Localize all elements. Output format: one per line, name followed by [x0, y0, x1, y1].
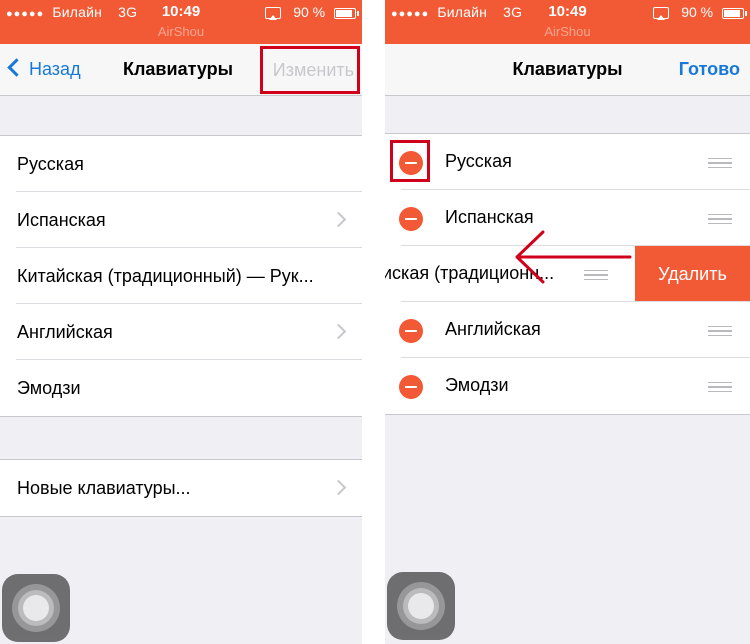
swipe-left-arrow-icon	[515, 230, 632, 284]
